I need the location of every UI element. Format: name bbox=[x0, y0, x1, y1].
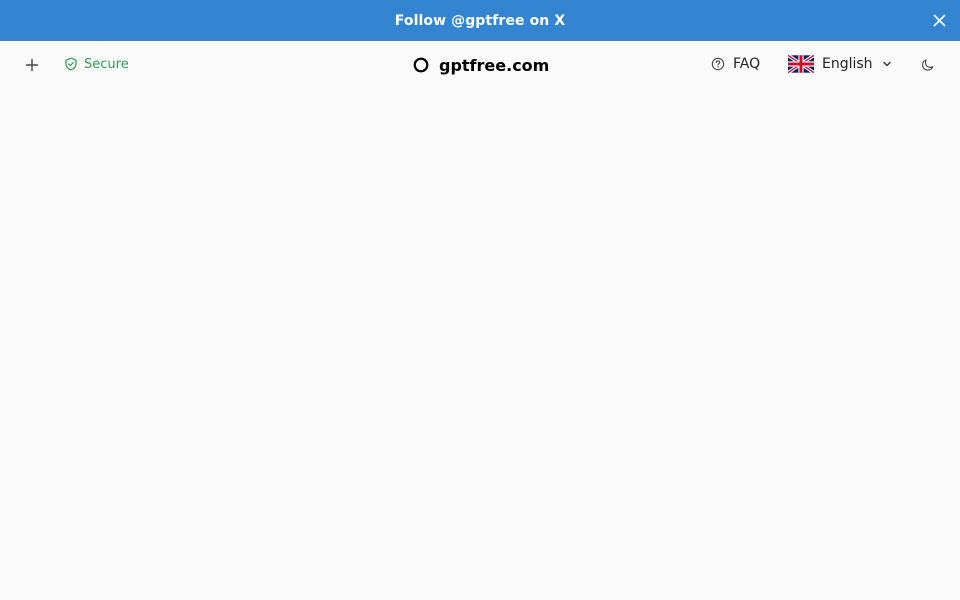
main-content-area bbox=[0, 88, 960, 600]
brand-title: gptfree.com bbox=[439, 55, 550, 75]
plus-icon bbox=[25, 58, 39, 72]
uk-flag-icon bbox=[788, 54, 814, 74]
brand-logo[interactable]: gptfree.com bbox=[412, 52, 549, 78]
banner-close-button[interactable] bbox=[931, 12, 948, 29]
shield-check-icon bbox=[65, 57, 77, 71]
close-icon bbox=[933, 14, 946, 27]
moon-icon bbox=[922, 59, 934, 71]
new-chat-button[interactable] bbox=[22, 55, 42, 75]
faq-label: FAQ bbox=[733, 56, 761, 72]
secure-badge: Secure bbox=[56, 52, 137, 76]
language-selector[interactable]: English bbox=[786, 51, 895, 77]
secure-label: Secure bbox=[84, 56, 129, 72]
circle-logo-icon bbox=[413, 57, 429, 73]
banner-link[interactable]: Follow @gptfree on X bbox=[395, 13, 566, 29]
faq-button[interactable]: FAQ bbox=[704, 52, 767, 76]
announcement-banner: Follow @gptfree on X bbox=[0, 0, 960, 41]
help-circle-icon bbox=[711, 57, 725, 71]
top-header: Secure gptfree.com FAQ English bbox=[0, 41, 960, 88]
theme-toggle-button[interactable] bbox=[918, 55, 938, 75]
language-label: English bbox=[822, 56, 873, 72]
chevron-down-icon bbox=[882, 61, 891, 67]
